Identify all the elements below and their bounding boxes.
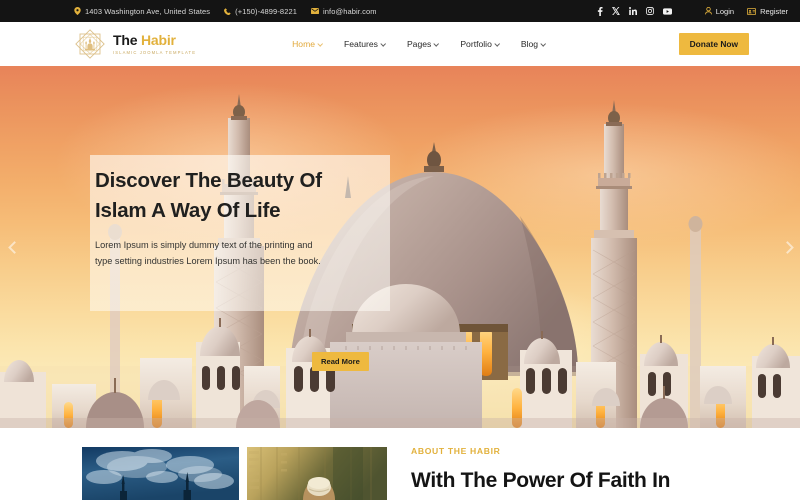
- logo-text-group: The Habir ISLAMIC JOOMLA TEMPLATE: [113, 33, 196, 54]
- hero-title-line-1: Discover The Beauty Of: [95, 166, 425, 196]
- chevron-down-icon: [434, 42, 439, 47]
- top-bar-right-group: Login Register: [597, 7, 788, 16]
- about-section: ABOUT THE HABIR With The Power Of Faith …: [0, 428, 800, 500]
- address-text: 1403 Washington Ave, United States: [85, 7, 210, 16]
- hero-read-more-button[interactable]: Read More: [312, 352, 369, 371]
- nav-label-home: Home: [292, 39, 315, 49]
- logo-title-first: The: [113, 32, 141, 48]
- about-text-group: ABOUT THE HABIR With The Power Of Faith …: [411, 446, 791, 494]
- nav-label-pages: Pages: [407, 39, 431, 49]
- hero-prev-arrow[interactable]: [4, 234, 22, 260]
- envelope-icon: [311, 8, 319, 14]
- hero-description-line-1: Lorem Ipsum is simply dummy text of the …: [95, 237, 425, 254]
- account-links: Login Register: [705, 7, 788, 16]
- about-image-minarets-sky: [82, 447, 239, 500]
- top-bar: 1403 Washington Ave, United States (+150…: [0, 0, 800, 22]
- chevron-down-icon: [381, 42, 386, 47]
- nav-item-blog[interactable]: Blog: [521, 39, 546, 49]
- hero-title-line-2: Islam A Way Of Life: [95, 196, 425, 226]
- nav-label-blog: Blog: [521, 39, 538, 49]
- chevron-down-icon: [495, 42, 500, 47]
- linkedin-icon[interactable]: [629, 7, 637, 15]
- main-navigation: Home Features Pages Portfolio Blog: [292, 39, 546, 49]
- instagram-icon[interactable]: [646, 7, 654, 15]
- login-label: Login: [716, 7, 734, 16]
- page-root: 1403 Washington Ave, United States (+150…: [0, 0, 800, 500]
- register-link[interactable]: Register: [747, 7, 788, 16]
- site-header: The Habir ISLAMIC JOOMLA TEMPLATE Home F…: [0, 22, 800, 66]
- nav-item-home[interactable]: Home: [292, 39, 323, 49]
- about-eyebrow: ABOUT THE HABIR: [411, 446, 791, 456]
- hero-slider: Discover The Beauty Of Islam A Way Of Li…: [0, 66, 800, 428]
- top-bar-contact-group: 1403 Washington Ave, United States (+150…: [74, 7, 377, 16]
- chevron-down-icon: [318, 42, 323, 47]
- youtube-icon[interactable]: [663, 8, 672, 15]
- email-item[interactable]: info@habir.com: [311, 7, 377, 16]
- nav-item-pages[interactable]: Pages: [407, 39, 439, 49]
- nav-label-features: Features: [344, 39, 378, 49]
- phone-item[interactable]: (+150)-4899-8221: [224, 7, 297, 16]
- site-logo[interactable]: The Habir ISLAMIC JOOMLA TEMPLATE: [74, 28, 196, 60]
- location-pin-icon: [74, 7, 81, 15]
- id-card-icon: [747, 8, 756, 15]
- user-icon: [705, 7, 712, 15]
- x-twitter-icon[interactable]: [612, 7, 620, 15]
- login-link[interactable]: Login: [705, 7, 734, 16]
- about-heading: With The Power Of Faith In: [411, 469, 791, 494]
- mosque-star-logo-icon: [74, 28, 106, 60]
- chevron-left-icon: [9, 243, 18, 252]
- nav-item-features[interactable]: Features: [344, 39, 386, 49]
- facebook-icon[interactable]: [597, 7, 603, 16]
- logo-title-second: Habir: [141, 32, 176, 48]
- hero-description-line-2: type setting industries Lorem Ipsum has …: [95, 253, 425, 270]
- register-label: Register: [760, 7, 788, 16]
- hero-text-group: Discover The Beauty Of Islam A Way Of Li…: [95, 166, 425, 270]
- phone-icon: [224, 8, 231, 15]
- nav-item-portfolio[interactable]: Portfolio: [460, 39, 500, 49]
- nav-label-portfolio: Portfolio: [460, 39, 492, 49]
- address-item: 1403 Washington Ave, United States: [74, 7, 210, 16]
- logo-title: The Habir: [113, 33, 196, 48]
- about-image-group: [82, 447, 387, 500]
- chevron-right-icon: [783, 243, 792, 252]
- hero-next-arrow[interactable]: [778, 234, 796, 260]
- phone-text: (+150)-4899-8221: [235, 7, 297, 16]
- chevron-down-icon: [541, 42, 546, 47]
- logo-subtitle: ISLAMIC JOOMLA TEMPLATE: [113, 50, 196, 55]
- email-text: info@habir.com: [323, 7, 377, 16]
- donate-now-button[interactable]: Donate Now: [679, 33, 749, 55]
- social-links: [597, 7, 672, 16]
- about-image-man-turban: [247, 447, 387, 500]
